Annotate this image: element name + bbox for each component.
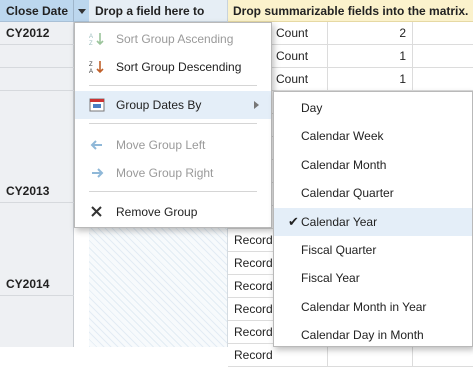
year-row: CY2013 (0, 180, 74, 203)
empty-cell (413, 22, 473, 45)
year-row: CY2014 (0, 273, 74, 296)
submenu-item-calendar-week[interactable]: Calendar Week (274, 122, 472, 150)
calendar-icon (89, 98, 105, 112)
group-dates-by-item[interactable]: Group Dates By (75, 91, 271, 119)
year-label: CY2012 (6, 26, 50, 40)
svg-text:Z: Z (89, 41, 93, 46)
submenu-arrow-icon (254, 101, 259, 109)
submenu-item-calendar-day-in-month[interactable]: Calendar Day in Month (274, 321, 472, 349)
year-label: CY2013 (6, 184, 50, 198)
move-group-right-item[interactable]: Move Group Right (75, 159, 271, 187)
record-value-cell: 1 (328, 68, 413, 91)
submenu-item-label: Calendar Day in Month (301, 328, 424, 343)
svg-text:A: A (89, 69, 93, 74)
drop-summarizable-zone[interactable]: Drop summarizable fields into the matrix… (228, 0, 473, 22)
sort-descending-item[interactable]: Z A Sort Group Descending (75, 53, 271, 81)
group-dates-by-submenu: Day Calendar Week Calendar Month Calendar Q… (273, 91, 473, 347)
sort-ascending-icon: A Z (89, 33, 104, 46)
year-row-blank (0, 68, 74, 91)
submenu-item-label: Day (301, 101, 323, 115)
record-value-cell: 2 (328, 22, 413, 45)
submenu-item-calendar-month-in-year[interactable]: Calendar Month in Year (274, 293, 472, 321)
submenu-item-calendar-month[interactable]: Calendar Month (274, 151, 472, 179)
submenu-item-day[interactable]: Day (274, 94, 472, 122)
submenu-item-fiscal-year[interactable]: Fiscal Year (274, 264, 472, 292)
year-label: CY2014 (6, 277, 50, 291)
submenu-item-calendar-year[interactable]: ✔ Calendar Year (274, 207, 472, 236)
submenu-item-label: Fiscal Year (301, 271, 360, 286)
close-date-header[interactable]: Close Date (0, 0, 74, 22)
move-group-left-item[interactable]: Move Group Left (75, 131, 271, 159)
drop-field-zone[interactable]: Drop a field here to (89, 0, 228, 22)
sort-descending-icon: Z A (89, 61, 104, 74)
group-menu-dropdown-button[interactable] (74, 0, 89, 22)
submenu-item-label: Calendar Month in Year (301, 299, 427, 314)
remove-group-item[interactable]: Remove Group (75, 198, 271, 226)
sort-ascending-item[interactable]: A Z Sort Group Ascending (75, 25, 271, 53)
arrow-right-icon (92, 168, 104, 178)
year-row: CY2012 (0, 22, 74, 45)
checkmark-icon: ✔ (288, 213, 299, 229)
submenu-item-label: Calendar Week (301, 129, 384, 144)
arrow-left-icon (90, 140, 102, 150)
remove-x-icon (91, 206, 102, 217)
empty-cell (413, 68, 473, 91)
submenu-item-fiscal-quarter[interactable]: Fiscal Quarter (274, 236, 472, 264)
submenu-item-label: Fiscal Quarter (301, 243, 377, 257)
empty-cell (413, 45, 473, 68)
menu-separator (89, 85, 257, 86)
submenu-item-label: Calendar Month (301, 157, 387, 172)
menu-separator (89, 191, 257, 192)
record-value-cell: 1 (328, 45, 413, 68)
svg-text:Z: Z (89, 62, 93, 68)
group-context-menu: A Z Sort Group Ascending Z A Sort Group … (74, 22, 272, 228)
year-row-blank (0, 45, 74, 68)
submenu-item-calendar-quarter[interactable]: Calendar Quarter (274, 179, 472, 207)
submenu-item-label: Calendar Quarter (301, 186, 394, 201)
svg-text:A: A (89, 34, 93, 40)
menu-separator (89, 123, 257, 124)
submenu-item-label: Calendar Year (301, 214, 378, 229)
